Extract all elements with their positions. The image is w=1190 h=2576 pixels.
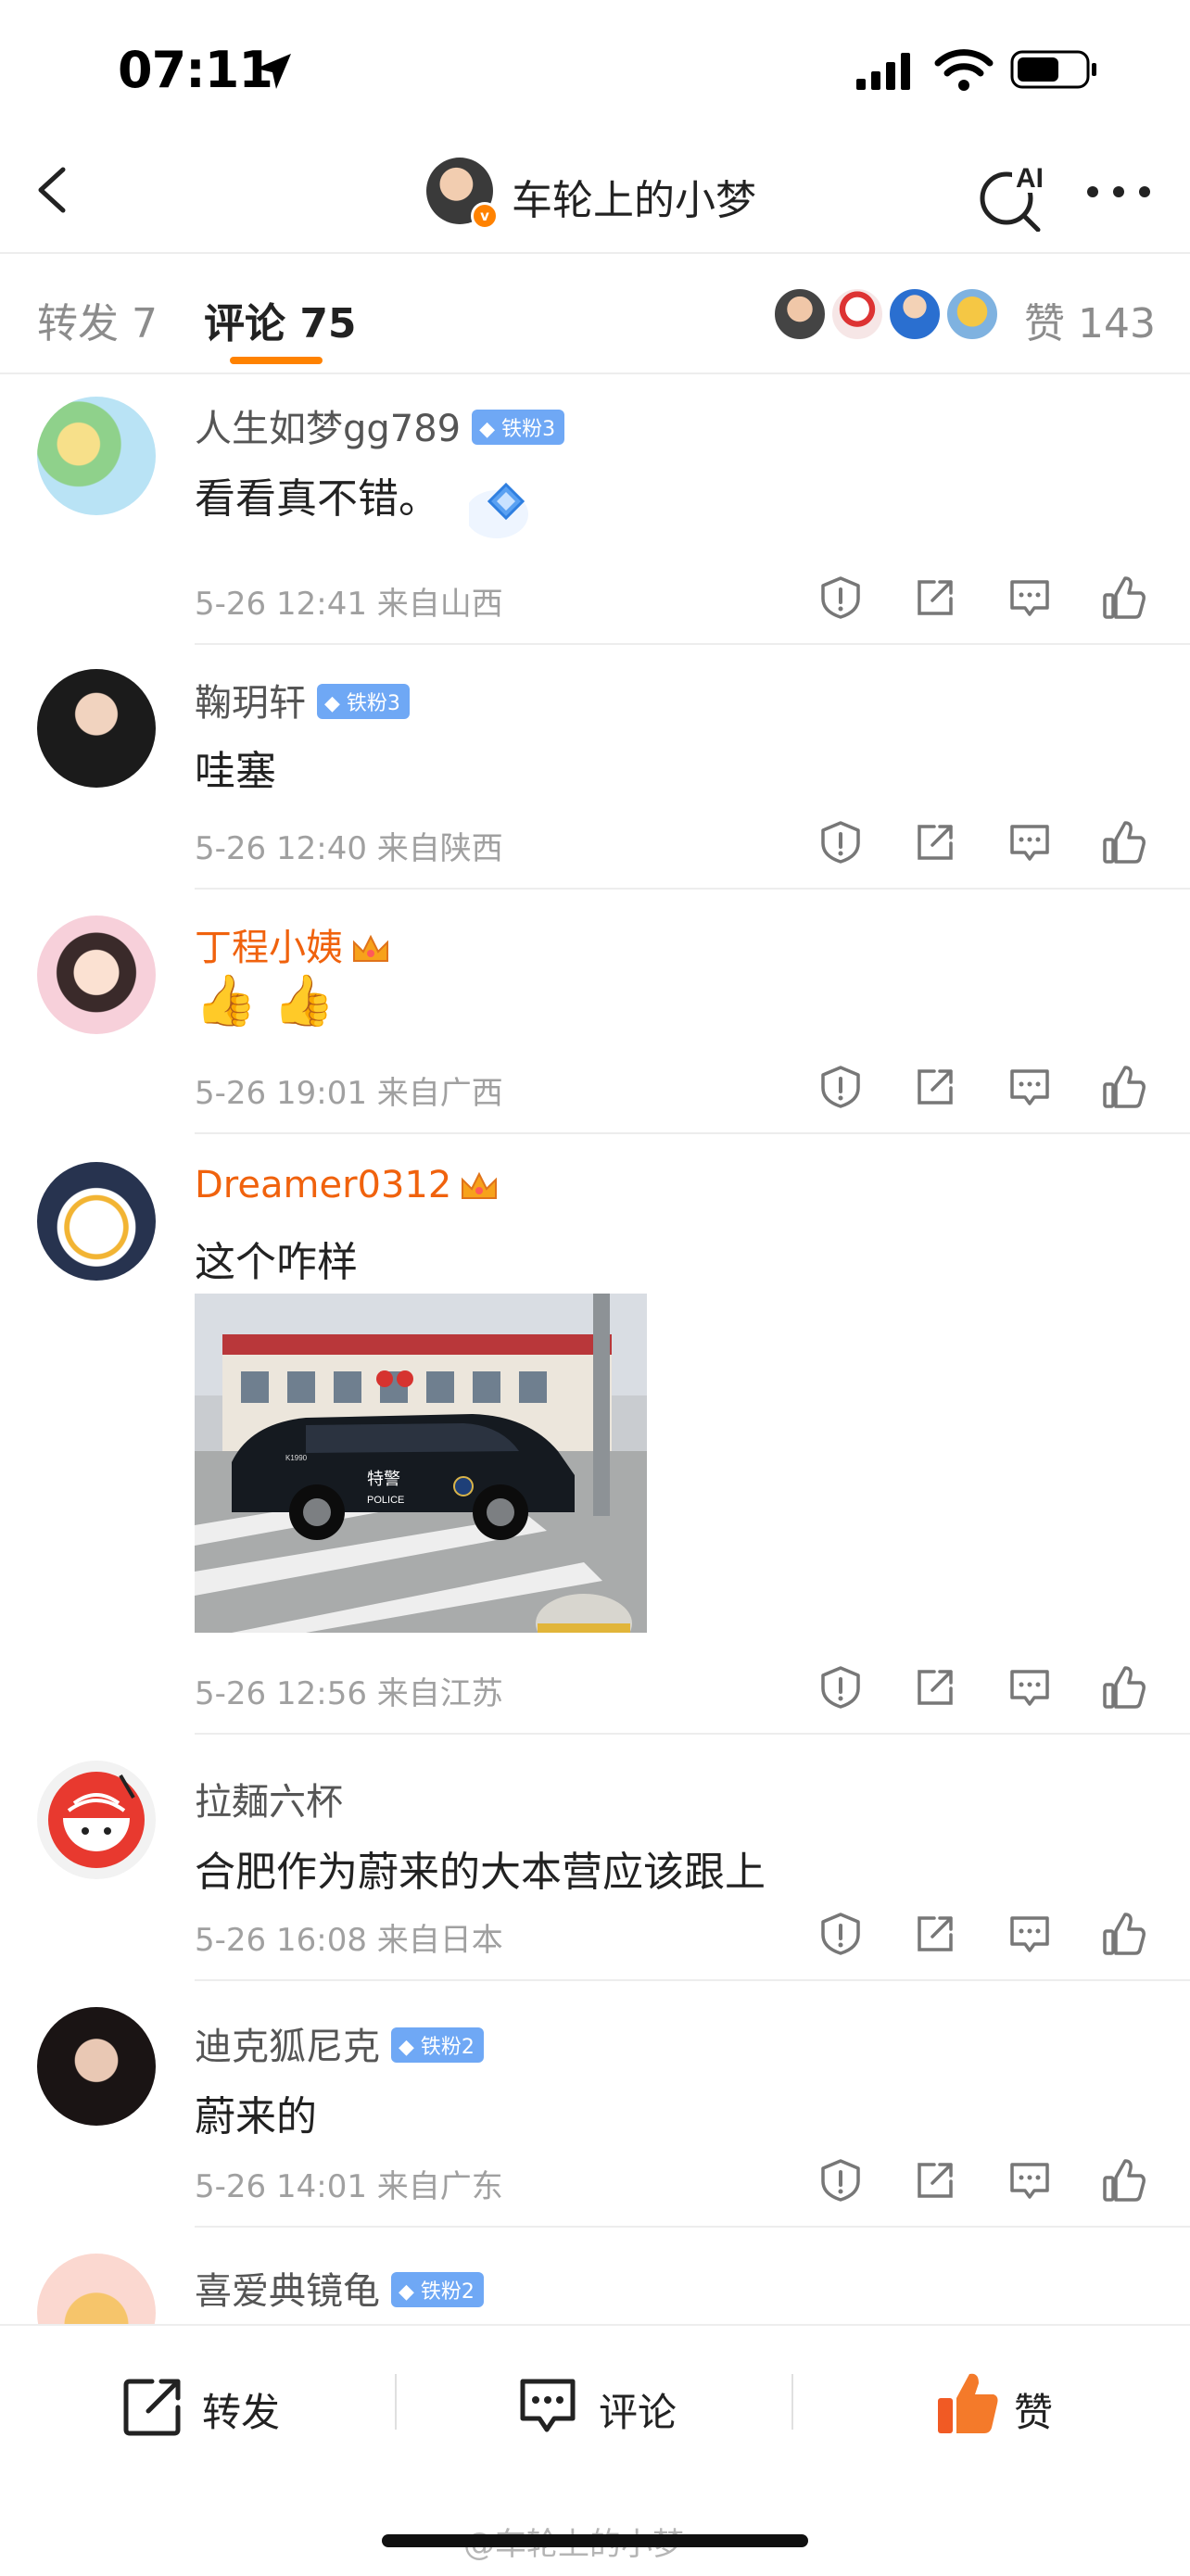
fan-badge: ◆ 铁粉3 <box>317 684 410 719</box>
photo-plate: K1990 <box>285 1454 308 1462</box>
bottom-like-label[interactable]: 赞 <box>1014 2381 1053 2438</box>
wifi-icon <box>934 49 994 91</box>
liker-avatar[interactable] <box>773 287 827 341</box>
commenter-avatar[interactable] <box>37 1162 156 1281</box>
comment-divider <box>195 1132 1190 1134</box>
status-time: 07:11 <box>118 41 273 99</box>
comment-text: 哇塞 <box>195 748 276 795</box>
fan-badge: ◆ 铁粉2 <box>391 2272 484 2307</box>
tab-comments[interactable]: 评论 75 <box>204 290 357 349</box>
reply-icon[interactable] <box>1006 1664 1053 1711</box>
ai-search-icon[interactable]: AI <box>975 158 1049 232</box>
more-options-icon[interactable] <box>1086 185 1151 198</box>
back-arrow-icon[interactable] <box>28 162 83 218</box>
comment-divider <box>195 643 1190 645</box>
tabs-divider <box>0 373 1190 374</box>
comment-text: 看看真不错。 <box>195 475 439 523</box>
comment-username[interactable]: Dreamer0312 <box>195 1164 500 1206</box>
like-icon[interactable] <box>1101 819 1147 865</box>
diamond-sticker-icon <box>469 482 528 538</box>
ai-label: AI <box>1016 163 1044 194</box>
comment-image[interactable]: 特警 POLICE K1990 <box>195 1294 647 1633</box>
commenter-avatar[interactable] <box>37 1761 156 1879</box>
fan-badge: ◆ 铁粉3 <box>472 410 565 445</box>
comment-username[interactable]: 人生如梦gg789 ◆ 铁粉3 <box>195 398 565 452</box>
bottom-repost-label[interactable]: 转发 <box>202 2381 280 2438</box>
likes-count[interactable]: 赞 143 <box>1024 290 1156 349</box>
tab-repost[interactable]: 转发 7 <box>37 290 158 349</box>
comment-text: 这个咋样 <box>195 1239 358 1286</box>
battery-icon <box>1010 50 1096 89</box>
liker-avatar[interactable] <box>830 287 884 341</box>
crown-icon <box>353 934 388 962</box>
comment-meta: 5-26 14:01 来自广东 <box>195 2168 503 2205</box>
comment-username[interactable]: 丁程小姨 <box>195 917 391 971</box>
comment-text: 蔚来的 <box>195 2093 317 2140</box>
reply-icon[interactable] <box>1006 2157 1053 2203</box>
comment-username[interactable]: 喜爱典镜龟 ◆ 铁粉2 <box>195 2261 484 2315</box>
reply-icon[interactable] <box>1006 819 1053 865</box>
share-icon[interactable] <box>912 1064 958 1110</box>
commenter-avatar[interactable] <box>37 915 156 1034</box>
share-icon[interactable] <box>912 819 958 865</box>
comment-meta: 5-26 16:08 来自日本 <box>195 1922 503 1959</box>
page-title: 车轮上的小梦 <box>512 177 756 224</box>
header-divider <box>0 252 1190 254</box>
report-icon[interactable] <box>817 1664 864 1711</box>
like-icon[interactable] <box>1101 1064 1147 1110</box>
liker-avatar[interactable] <box>888 287 942 341</box>
photo-text-tejing: 特警 <box>367 1470 400 1489</box>
comment-username[interactable]: 迪克狐尼克 ◆ 铁粉2 <box>195 2016 484 2070</box>
comment-username[interactable]: 鞠玥轩 ◆ 铁粉3 <box>195 673 410 726</box>
bottom-divider <box>791 2374 793 2430</box>
comment-meta: 5-26 12:41 来自山西 <box>195 586 503 623</box>
report-icon[interactable] <box>817 1064 864 1110</box>
commenter-avatar[interactable] <box>37 397 156 515</box>
reply-icon[interactable] <box>1006 575 1053 621</box>
reply-icon[interactable] <box>1006 1064 1053 1110</box>
report-icon[interactable] <box>817 819 864 865</box>
location-arrow-icon <box>256 54 291 89</box>
comment-meta: 5-26 19:01 来自广西 <box>195 1075 503 1112</box>
share-icon[interactable] <box>912 575 958 621</box>
reply-icon[interactable] <box>1006 1911 1053 1957</box>
ramen-bowl-icon <box>48 1772 145 1868</box>
comment-divider <box>195 2226 1190 2228</box>
bottom-comment-label[interactable]: 评论 <box>599 2381 677 2438</box>
active-tab-indicator <box>230 357 323 364</box>
comment-username[interactable]: 拉麺六杯 <box>195 1772 343 1825</box>
crown-icon <box>462 1171 498 1199</box>
comment-divider <box>195 888 1190 890</box>
like-icon[interactable] <box>1101 1664 1147 1711</box>
like-icon[interactable] <box>1101 2157 1147 2203</box>
fan-badge: ◆ 铁粉2 <box>391 2027 484 2063</box>
like-thumb-icon[interactable] <box>932 2368 1003 2439</box>
bottom-divider <box>395 2374 397 2430</box>
report-icon[interactable] <box>817 575 864 621</box>
share-icon[interactable] <box>912 1664 958 1711</box>
comment-icon[interactable] <box>515 2374 580 2439</box>
home-indicator[interactable] <box>382 2534 808 2547</box>
liker-avatar[interactable] <box>945 287 999 341</box>
like-icon[interactable] <box>1101 575 1147 621</box>
commenter-avatar[interactable] <box>37 2007 156 2126</box>
share-icon[interactable] <box>912 2157 958 2203</box>
photo-text-police: POLICE <box>367 1495 404 1506</box>
repost-icon[interactable] <box>120 2374 185 2439</box>
comment-text: 合肥作为蔚来的大本营应该跟上 <box>195 1849 766 1896</box>
comment-text: 👍 👍 <box>195 971 335 1029</box>
like-icon[interactable] <box>1101 1911 1147 1957</box>
commenter-avatar[interactable] <box>37 669 156 788</box>
report-icon[interactable] <box>817 2157 864 2203</box>
comment-divider <box>195 1733 1190 1735</box>
comment-divider <box>195 1979 1190 1981</box>
report-icon[interactable] <box>817 1911 864 1957</box>
verified-badge-icon: v <box>471 202 499 230</box>
comment-meta: 5-26 12:56 来自江苏 <box>195 1675 503 1712</box>
comment-meta: 5-26 12:40 来自陕西 <box>195 830 503 867</box>
share-icon[interactable] <box>912 1911 958 1957</box>
cellular-signal-icon <box>856 53 910 90</box>
